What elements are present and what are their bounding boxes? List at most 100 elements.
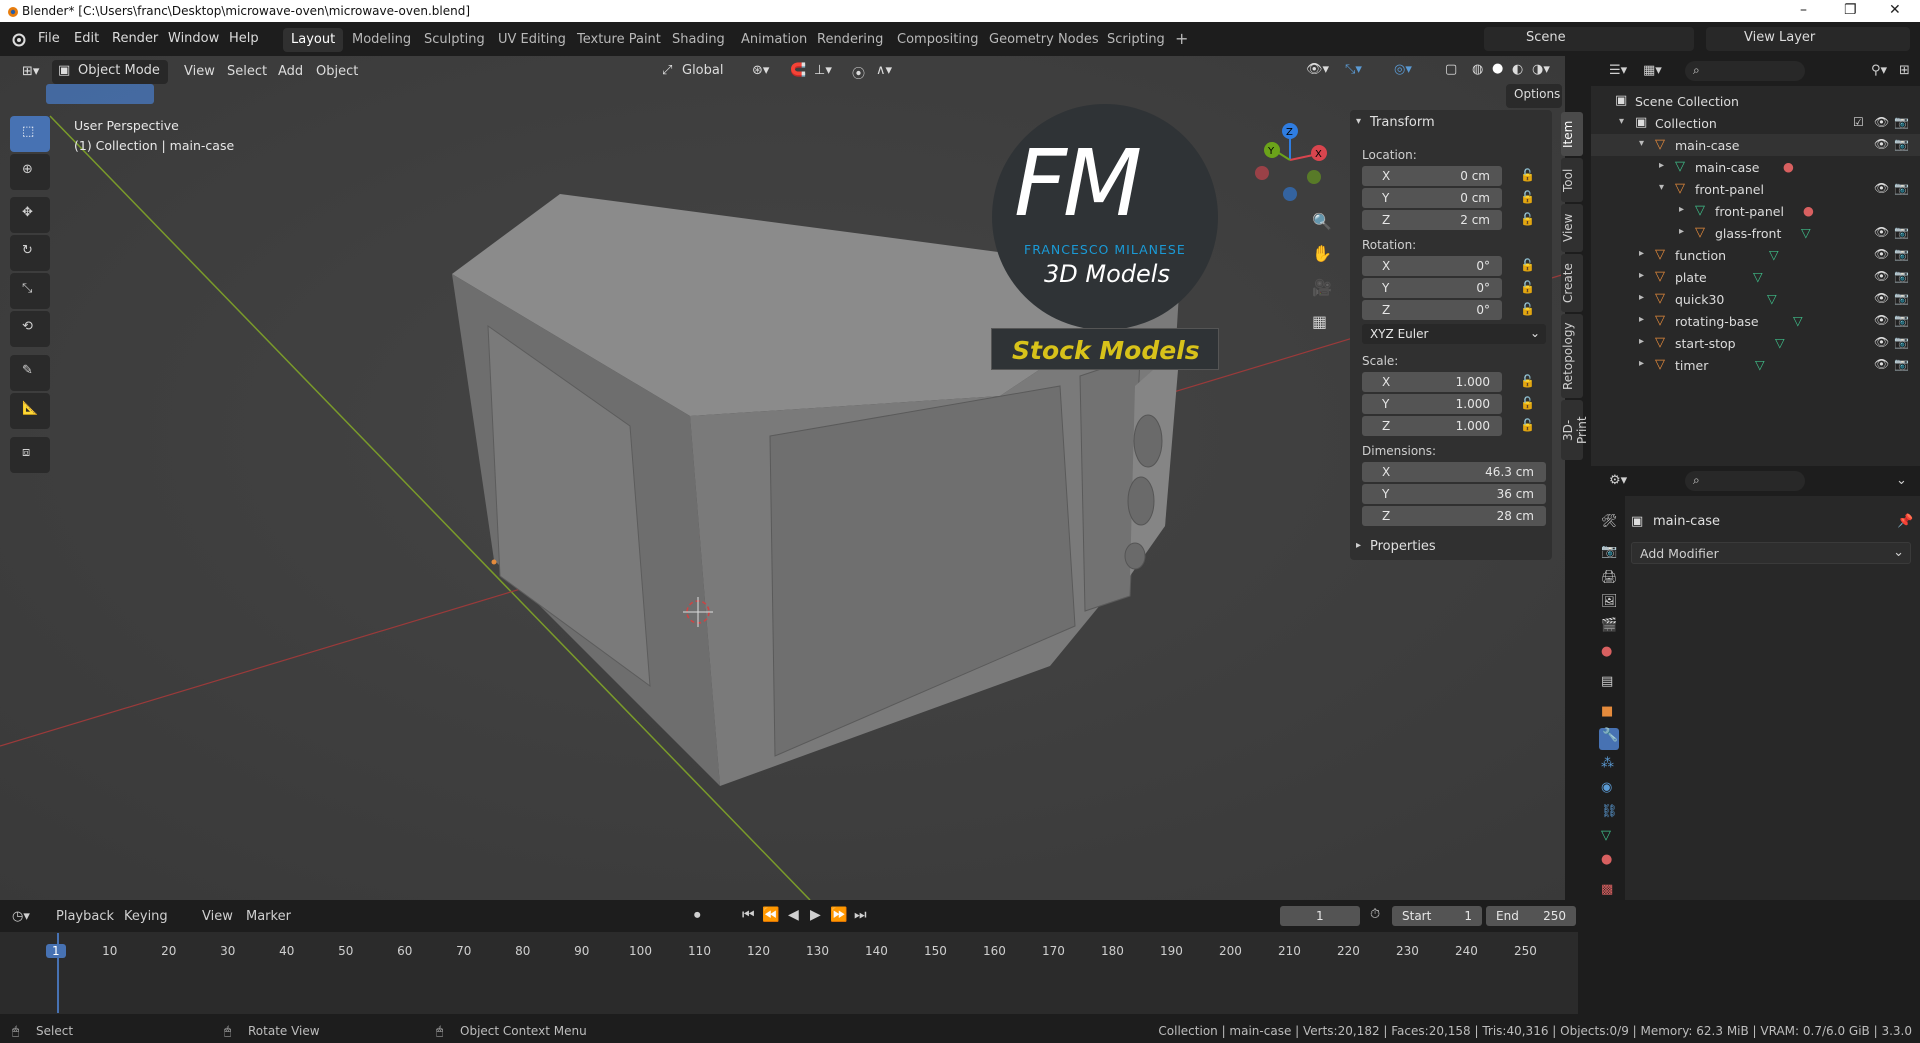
camera-icon[interactable]: 📷 bbox=[1894, 291, 1909, 305]
properties-editor-type-icon[interactable]: ⚙▾ bbox=[1609, 473, 1627, 488]
scene-selector[interactable]: Scene bbox=[1484, 27, 1694, 51]
properties-search-input[interactable]: ⌕ bbox=[1685, 471, 1805, 491]
view-layer-selector[interactable]: View Layer bbox=[1706, 27, 1910, 51]
lock-icon[interactable]: 🔓 bbox=[1520, 190, 1536, 206]
tab-uv-editing[interactable]: UV Editing bbox=[490, 28, 574, 52]
lock-icon[interactable]: 🔓 bbox=[1520, 280, 1536, 296]
outliner-search-input[interactable]: ⌕ bbox=[1685, 61, 1805, 81]
lock-icon[interactable]: 🔓 bbox=[1520, 212, 1536, 228]
scale-y-field[interactable]: Y 1.000 bbox=[1362, 394, 1502, 414]
modifier-tab-icon[interactable]: 🔧 bbox=[1599, 728, 1619, 750]
location-x-field[interactable]: X0 cm bbox=[1362, 166, 1502, 186]
outliner-row-main-case[interactable]: ▾ ▽ main-case 👁 📷 bbox=[1591, 134, 1920, 156]
selection-mode-buttons[interactable] bbox=[46, 84, 154, 104]
wireframe-shading-icon[interactable]: ◍ bbox=[1472, 62, 1483, 77]
transform-orientation-selector[interactable]: ⤢ Global bbox=[656, 60, 740, 84]
eye-icon[interactable]: 👁 bbox=[1874, 115, 1889, 129]
tab-3d-print[interactable]: 3D-Print bbox=[1561, 400, 1589, 460]
outliner-row-timer[interactable]: ▸ ▽ timer ▽ 👁 📷 bbox=[1591, 354, 1920, 376]
menu-edit[interactable]: Edit bbox=[74, 31, 99, 46]
dimensions-x-field[interactable]: X 46.3 cm bbox=[1362, 462, 1546, 482]
add-cube-tool[interactable]: ⧈ bbox=[10, 437, 50, 473]
editor-type-button[interactable]: ⊞▾ bbox=[14, 61, 54, 85]
zoom-icon[interactable]: 🔍 bbox=[1312, 212, 1332, 231]
camera-icon[interactable]: 📷 bbox=[1894, 181, 1909, 195]
camera-view-icon[interactable]: 🎥 bbox=[1312, 278, 1332, 297]
tab-texture-paint[interactable]: Texture Paint bbox=[569, 28, 669, 52]
measure-tool[interactable]: 📐 bbox=[10, 393, 50, 429]
rotation-mode-select[interactable]: XYZ Euler ⌄ bbox=[1362, 324, 1546, 344]
object-tab-icon[interactable]: ■ bbox=[1601, 704, 1613, 719]
eye-icon[interactable]: 👁 bbox=[1874, 357, 1889, 371]
constraints-tab-icon[interactable]: ⛓ bbox=[1601, 804, 1618, 819]
annotate-tool[interactable]: ✎ bbox=[10, 355, 50, 391]
tab-create[interactable]: Create bbox=[1561, 254, 1583, 312]
end-frame-field[interactable]: End 250 bbox=[1486, 906, 1576, 926]
camera-icon[interactable]: 📷 bbox=[1894, 313, 1909, 327]
outliner-row-glass-front[interactable]: ▸ ▽ glass-front ▽ 👁 📷 bbox=[1591, 222, 1920, 244]
play-icon[interactable]: ▶ bbox=[810, 907, 821, 923]
close-window-button[interactable]: ✕ bbox=[1889, 2, 1901, 18]
options-button[interactable]: Options bbox=[1506, 84, 1562, 108]
tab-modeling[interactable]: Modeling bbox=[344, 28, 419, 52]
eye-icon[interactable]: 👁 bbox=[1874, 247, 1889, 261]
transform-collapse-icon[interactable]: ▾ bbox=[1356, 116, 1361, 127]
camera-icon[interactable]: 📷 bbox=[1894, 225, 1909, 239]
outliner-row-scene-collection[interactable]: ▣ Scene Collection bbox=[1591, 90, 1920, 112]
rotation-z-field[interactable]: Z 0° bbox=[1362, 300, 1502, 320]
texture-tab-icon[interactable]: ▩ bbox=[1601, 882, 1613, 897]
physics-tab-icon[interactable]: ◉ bbox=[1601, 780, 1612, 795]
scale-x-field[interactable]: X 1.000 bbox=[1362, 372, 1502, 392]
tab-geometry-nodes[interactable]: Geometry Nodes bbox=[981, 28, 1107, 52]
proportional-edit-icon[interactable]: ⦿ bbox=[852, 63, 865, 82]
checkbox-icon[interactable]: ☑ bbox=[1853, 115, 1864, 129]
menu-render[interactable]: Render bbox=[112, 31, 158, 46]
jump-end-icon[interactable]: ⏭ bbox=[854, 907, 867, 923]
tab-compositing[interactable]: Compositing bbox=[889, 28, 987, 52]
rotation-y-field[interactable]: Y 0° bbox=[1362, 278, 1502, 298]
outliner-row-function[interactable]: ▸ ▽ function ▽ 👁 📷 bbox=[1591, 244, 1920, 266]
rendered-shading-icon[interactable]: ◑▾ bbox=[1532, 62, 1550, 77]
eye-icon[interactable]: 👁 bbox=[1874, 335, 1889, 349]
outliner-row-front-panel[interactable]: ▾ ▽ front-panel 👁 📷 bbox=[1591, 178, 1920, 200]
gizmo-toggle-icon[interactable]: ⤡▾ bbox=[1345, 62, 1362, 77]
dimensions-z-field[interactable]: Z 28 cm bbox=[1362, 506, 1546, 526]
display-mode-icon[interactable]: ▦▾ bbox=[1643, 63, 1662, 78]
snap-icon[interactable]: 🧲 bbox=[790, 63, 806, 78]
navigation-gizmo[interactable]: Z X Y bbox=[1248, 118, 1348, 208]
visibility-icon[interactable]: 👁▾ bbox=[1306, 62, 1329, 77]
maximize-button[interactable]: ❐ bbox=[1844, 2, 1857, 18]
falloff-icon[interactable]: ∧▾ bbox=[876, 63, 892, 78]
minimize-button[interactable]: – bbox=[1800, 2, 1807, 18]
overlay-toggle-icon[interactable]: ◎▾ bbox=[1394, 62, 1412, 77]
xray-toggle-icon[interactable]: ▢ bbox=[1445, 62, 1457, 77]
camera-icon[interactable]: 📷 bbox=[1894, 335, 1909, 349]
pin-icon[interactable]: 📌 bbox=[1897, 514, 1913, 529]
outliner-row-collection[interactable]: ▾ ▣ Collection ☑ 👁 📷 bbox=[1591, 112, 1920, 134]
play-reverse-icon[interactable]: ◀ bbox=[788, 907, 799, 923]
menu-file[interactable]: File bbox=[38, 31, 60, 46]
rotate-tool[interactable]: ↻ bbox=[10, 235, 50, 271]
eye-icon[interactable]: 👁 bbox=[1874, 313, 1889, 327]
jump-start-icon[interactable]: ⏮ bbox=[742, 907, 755, 923]
menu-select[interactable]: Select bbox=[227, 64, 267, 79]
tab-layout[interactable]: Layout bbox=[283, 28, 344, 52]
view-layer-tab-icon[interactable]: 🖼 bbox=[1601, 594, 1618, 609]
eye-icon[interactable]: 👁 bbox=[1874, 225, 1889, 239]
snap-target-icon[interactable]: ⊥▾ bbox=[814, 63, 832, 78]
transform-tool[interactable]: ⟲ bbox=[10, 311, 50, 347]
lock-icon[interactable]: 🔓 bbox=[1520, 258, 1536, 274]
camera-icon[interactable]: 📷 bbox=[1894, 357, 1909, 371]
menu-playback[interactable]: Playback bbox=[56, 909, 114, 924]
menu-timeline-view[interactable]: View bbox=[202, 909, 233, 924]
menu-marker[interactable]: Marker bbox=[246, 909, 291, 924]
timeline-scrollbar[interactable] bbox=[1578, 932, 1591, 1014]
data-tab-icon[interactable]: ▽ bbox=[1601, 828, 1611, 843]
menu-object[interactable]: Object bbox=[316, 64, 358, 79]
lock-icon[interactable]: 🔓 bbox=[1520, 374, 1536, 390]
outliner-editor-type-icon[interactable]: ☰▾ bbox=[1609, 63, 1627, 78]
lock-icon[interactable]: 🔓 bbox=[1520, 302, 1536, 318]
outliner-row-quick30[interactable]: ▸ ▽ quick30 ▽ 👁 📷 bbox=[1591, 288, 1920, 310]
outliner-row-front-panel-mesh[interactable]: ▸ ▽ front-panel ● bbox=[1591, 200, 1920, 222]
timeline-editor-type-icon[interactable]: ◷▾ bbox=[12, 909, 30, 924]
